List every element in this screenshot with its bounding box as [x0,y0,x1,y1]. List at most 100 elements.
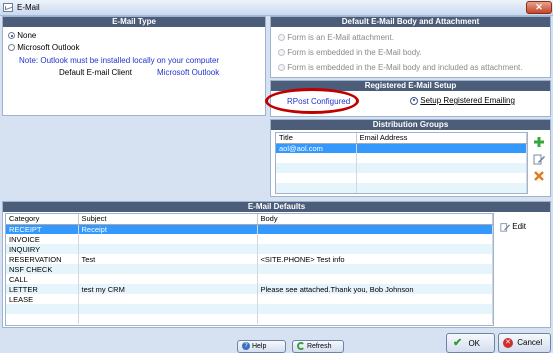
window-close-button[interactable]: ✕ [526,1,552,14]
email-app-icon [3,3,13,12]
table-row[interactable]: RESERVATION Test <SITE.PHONE> Test info [6,254,493,264]
cell-subject [78,294,258,304]
empty-row [276,163,527,173]
cell-category: RECEIPT [6,224,79,234]
cell-title: aol@aol.com [276,143,357,153]
cell-subject: test my CRM [78,284,258,294]
edit-label: Edit [512,222,527,232]
cell-subject: Receipt [78,224,258,234]
cell-body [257,244,493,254]
option-embedded-attachment-label: Form is embedded in the E-Mail body and … [287,63,523,72]
distribution-groups-header: Distribution Groups [271,120,550,130]
cell-category: LETTER [6,284,79,294]
table-row[interactable]: NSF CHECK [6,264,493,274]
option-none-label: None [17,31,37,40]
empty-row [276,183,527,193]
option-attachment-label: Form is an E-Mail attachment. [287,33,394,42]
cell-subject [78,234,258,244]
cell-category: INQUIRY [6,244,79,254]
table-row[interactable]: LEASE [6,294,493,304]
email-type-header: E-Mail Type [3,17,265,27]
empty-row [276,173,527,183]
highlight-ellipse [265,88,359,114]
body-attachment-header: Default E-Mail Body and Attachment [271,17,550,27]
help-label: Help [251,343,267,350]
table-row[interactable]: aol@aol.com [276,143,527,153]
cell-category: LEASE [6,294,79,304]
empty-row [6,304,493,314]
empty-row [276,153,527,163]
radio-embedded-attachment[interactable] [278,64,285,72]
title-bar: E-Mail ✕ [0,0,553,16]
defaults-edit-button[interactable]: Edit [500,222,526,232]
default-client-value: Microsoft Outlook [157,68,220,77]
option-embedded-label: Form is embedded in the E-Mail body. [287,48,422,57]
window-title: E-Mail [17,3,40,12]
table-row[interactable]: LETTER test my CRM Please see attached.T… [6,284,493,294]
defaults-grid: Category Subject Body RECEIPT Receipt IN… [5,213,494,326]
cancel-label: Cancel [517,338,543,347]
cell-category: CALL [6,274,79,284]
option-outlook-label: Microsoft Outlook [17,43,80,52]
cell-category: RESERVATION [6,254,79,264]
col-body[interactable]: Body [257,214,493,225]
cell-body [257,224,493,234]
table-row[interactable]: INVOICE [6,234,493,244]
refresh-label: Refresh [306,343,332,350]
cancel-icon: ✕ [503,337,513,348]
cell-subject [78,274,258,284]
radio-outlook[interactable] [8,44,15,52]
checkmark-icon: ✔ [453,337,463,349]
add-icon[interactable] [533,136,545,148]
radio-embedded[interactable] [278,49,285,57]
col-email[interactable]: Email Address [356,133,527,144]
help-button[interactable]: ? Help [237,340,286,353]
setup-registered-link[interactable]: Setup Registered Emailing [410,96,515,105]
col-title[interactable]: Title [276,133,357,144]
cell-category: INVOICE [6,234,79,244]
cell-subject: Test [78,254,258,264]
delete-icon[interactable] [533,170,545,182]
cell-body [257,274,493,284]
cell-body: <SITE.PHONE> Test info [257,254,493,264]
cell-category: NSF CHECK [6,264,79,274]
table-row[interactable]: RECEIPT Receipt [6,224,493,234]
default-client-label: Default E-mail Client [59,68,132,77]
refresh-icon [297,342,305,351]
cell-body: Please see attached.Thank you, Bob Johns… [257,284,493,294]
cell-subject [78,264,258,274]
col-category[interactable]: Category [6,214,79,225]
setup-registered-label: Setup Registered Emailing [420,96,515,105]
cell-body [257,294,493,304]
empty-row [6,314,493,324]
table-row[interactable]: CALL [6,274,493,284]
email-defaults-header: E-Mail Defaults [3,202,550,212]
option-none[interactable]: None [8,31,36,40]
distribution-grid: Title Email Address aol@aol.com [275,132,528,194]
ok-label: OK [468,339,481,348]
edit-icon [500,223,510,232]
ok-button[interactable]: ✔ OK [446,333,495,353]
email-defaults-panel: E-Mail Defaults Category Subject Body RE… [2,201,551,328]
cell-email [356,143,527,153]
email-type-panel: E-Mail Type None Microsoft Outlook Note:… [2,16,266,116]
radio-none[interactable] [8,32,15,40]
setup-gear-icon [410,96,418,105]
distribution-groups-panel: Distribution Groups Title Email Address … [270,119,551,197]
table-row[interactable]: INQUIRY [6,244,493,254]
edit-icon[interactable] [533,153,545,165]
cell-body [257,264,493,274]
col-subject[interactable]: Subject [78,214,258,225]
cell-subject [78,244,258,254]
outlook-note: Note: Outlook must be installed locally … [19,56,220,65]
option-attachment[interactable]: Form is an E-Mail attachment. [278,33,394,42]
radio-attachment[interactable] [278,34,285,42]
cancel-button[interactable]: ✕ Cancel [498,333,551,353]
refresh-button[interactable]: Refresh [292,340,344,353]
help-icon: ? [242,342,250,351]
body-attachment-panel: Default E-Mail Body and Attachment Form … [270,16,551,78]
option-embedded[interactable]: Form is embedded in the E-Mail body. [278,48,422,57]
option-embedded-attachment[interactable]: Form is embedded in the E-Mail body and … [278,63,522,72]
cell-body [257,234,493,244]
option-outlook[interactable]: Microsoft Outlook [8,43,79,52]
